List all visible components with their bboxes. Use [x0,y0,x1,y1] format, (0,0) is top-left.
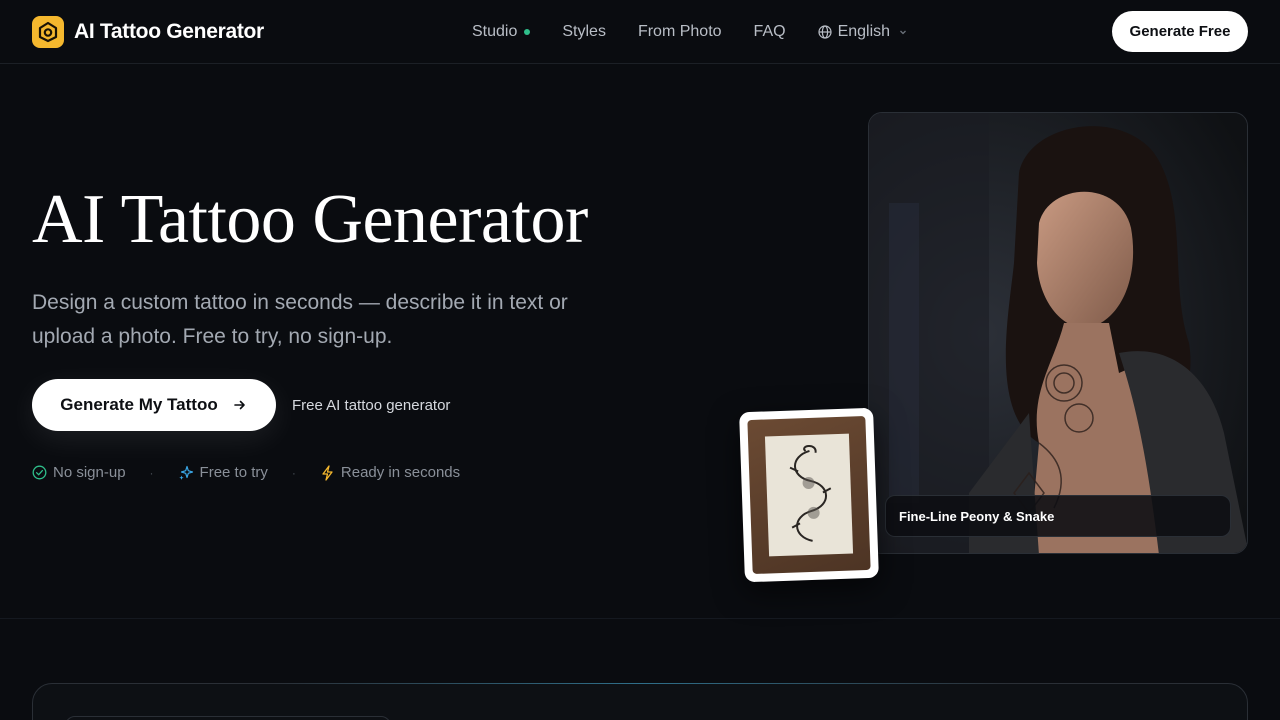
dragon-sketch-image [747,415,871,575]
hero-subtitle: Design a custom tattoo in seconds — desc… [32,291,568,348]
chevron-down-icon [900,30,907,35]
perk-no-signup: No sign-up [32,464,126,481]
sparkle-icon [178,465,193,480]
nav-item-studio[interactable]: Studio [472,23,531,41]
brand[interactable]: AI Tattoo Generator [32,16,264,48]
nav-item-label: FAQ [753,23,786,40]
nav-item-from-photo[interactable]: From Photo [638,23,722,41]
hero-title: AI Tattoo Generator [32,181,588,258]
tattooed-woman-image [869,113,1247,553]
arrow-right-icon [233,400,245,410]
site-header: AI Tattoo Generator Studio Styles From P… [0,0,1280,64]
nav-item-label: Studio [472,23,518,40]
nav-item-label: From Photo [637,23,722,40]
nav-item-label: Styles [562,23,606,40]
perk-free: Free to try [178,464,268,481]
section-divider [0,618,1280,619]
check-circle-icon [32,465,47,480]
cta-caption: Free AI tattoo generator [292,397,451,414]
main-nav: Studio Styles From Photo FAQ English [472,0,940,64]
showcase-caption: Fine-Line Peony & Snake [885,495,1231,537]
perk-speed: Ready in seconds [320,464,460,481]
showcase-photo: Fine-Line Peony & Snake [868,112,1248,554]
globe-icon [817,25,832,39]
generate-my-tattoo-button[interactable]: Generate My Tattoo [32,379,276,431]
perk-label: Ready in seconds [340,464,461,481]
language-label: English [837,23,891,40]
button-label: Generate My Tattoo [60,395,218,414]
brand-name: AI Tattoo Generator [74,20,264,43]
sketch-thumbnail[interactable] [739,407,879,583]
nav-item-styles[interactable]: Styles [562,23,606,41]
perk-label: Free to try [199,464,268,481]
nav-item-faq[interactable]: FAQ [754,23,786,41]
page: AI Tattoo Generator Studio Styles From P… [0,0,1280,720]
separator-dot: · [291,465,296,480]
studio-input-field[interactable] [65,716,391,720]
logo-icon [32,16,64,48]
separator-dot: · [149,465,154,480]
perks-list: No sign-up · Free to try · Ready in seco… [32,464,460,481]
lightning-icon [322,464,333,481]
studio-panel [32,683,1248,720]
perk-label: No sign-up [53,464,126,481]
status-dot-icon [524,29,531,35]
generate-free-button[interactable]: Generate Free [1112,11,1248,52]
language-select[interactable]: English [817,23,908,41]
